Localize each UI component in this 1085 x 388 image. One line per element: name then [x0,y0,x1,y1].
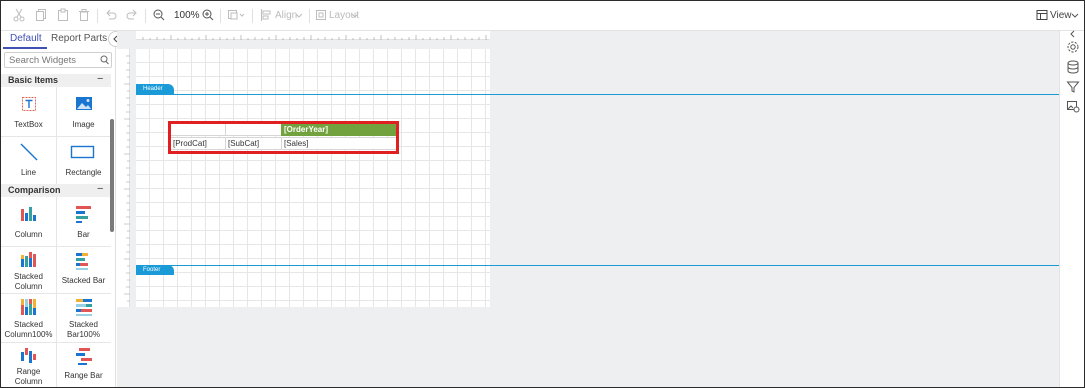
column-chart-icon [19,204,39,224]
bar-chart-icon [74,204,94,224]
collapse-toggle[interactable]: − [97,183,103,195]
search-box [4,52,112,68]
widget-label-line1: Stacked [14,272,43,281]
stacked-bar-100-icon [74,297,94,317]
section-comparison[interactable]: Comparison − [1,183,111,197]
toolbar-divider [145,9,146,23]
widget-label-line2: Column100% [4,330,53,339]
stacked-column-100-icon [19,297,39,317]
selection-highlight [168,121,399,154]
widget-label: Bar [77,230,90,239]
active-tab-indicator [3,47,47,49]
widget-label-line2: Column [14,282,43,291]
properties-rail [1059,30,1084,387]
redo-icon[interactable] [126,8,138,24]
widget-stacked-bar[interactable]: Stacked Bar [56,247,111,293]
widget-label: Image [72,120,95,129]
search-input[interactable] [9,54,97,67]
widget-label: TextBox [14,120,43,129]
range-bar-icon [74,346,94,366]
align-menu[interactable]: Align [275,8,297,24]
tab-report-parts[interactable]: Report Parts [51,33,107,44]
database-icon[interactable] [1066,60,1080,74]
chevron-left-icon[interactable] [1066,27,1080,41]
trash-icon[interactable] [78,8,90,24]
image-properties-icon[interactable] [1066,99,1080,113]
view-menu[interactable]: View [1050,8,1072,24]
widget-label: Stacked Bar [61,276,106,285]
image-icon [74,94,94,114]
widget-stacked-bar-100[interactable]: Stacked Bar100% [56,295,111,342]
align-icon[interactable] [260,8,272,24]
report-page[interactable] [136,49,490,307]
scissors-icon[interactable] [13,8,25,24]
toolbar-divider [252,9,253,23]
undo-icon[interactable] [105,8,117,24]
section-title: Basic Items [8,75,59,85]
rectangle-icon [70,142,96,162]
line-icon [19,142,39,162]
panel-scrollbar[interactable] [110,119,114,232]
widget-label: Line [20,168,37,177]
widget-panel: Default Report Parts Basic Items − TextB… [1,31,116,387]
toolbar-divider [220,9,221,23]
range-column-icon [19,345,39,365]
zoom-out-icon[interactable] [153,8,165,24]
widget-rectangle[interactable]: Rectangle [56,137,111,185]
tab-default[interactable]: Default [10,33,42,44]
footer-band-label[interactable]: Footer [136,265,174,275]
paste-icon[interactable] [57,8,69,24]
stacked-bar-icon [74,251,94,271]
panel-tabs: Default Report Parts [1,31,115,49]
widget-bar[interactable]: Bar [56,199,111,246]
toolbar-divider [309,9,310,23]
collapse-toggle[interactable]: − [97,73,103,85]
textbox-icon [19,94,39,114]
widget-stacked-column[interactable]: Stacked Column [1,247,56,293]
widget-label-line2: Bar100% [67,330,100,339]
zoom-in-icon[interactable] [202,8,214,24]
widget-label-line1: Stacked [69,320,98,329]
widget-label: Rectangle [65,168,102,177]
toolbar-divider [97,9,98,23]
view-icon[interactable] [1036,8,1048,24]
filter-icon[interactable] [1066,80,1080,94]
widget-label: Column [14,230,43,239]
widget-label-line1: Stacked [14,320,43,329]
section-basic-items[interactable]: Basic Items − [1,73,111,87]
stacked-column-icon [19,249,39,269]
section-title: Comparison [8,185,61,195]
chevron-down-icon[interactable] [1071,8,1079,24]
zoom-level[interactable]: 100% [174,8,200,24]
widget-range-bar[interactable]: Range Bar [56,343,111,387]
widget-stacked-column-100[interactable]: Stacked Column100% [1,295,56,342]
chevron-down-icon[interactable] [295,8,303,24]
fit-page-icon[interactable] [227,8,247,24]
horizontal-ruler [136,31,490,40]
widget-textbox[interactable]: TextBox [1,89,56,136]
chevron-down-icon[interactable] [351,8,359,24]
widget-label-line2: Column [14,377,43,386]
footer-band-divider[interactable] [136,265,1079,266]
settings-icon[interactable] [1066,40,1080,54]
widget-line[interactable]: Line [1,137,56,185]
header-band-divider[interactable] [136,94,1079,95]
widget-label-line1: Range [16,367,41,376]
copy-icon[interactable] [35,8,47,24]
search-icon[interactable] [100,55,109,68]
toolbar: 100% Align Layout View [1,1,1084,31]
header-band-label[interactable]: Header [136,84,174,94]
widget-column[interactable]: Column [1,199,56,246]
widget-image[interactable]: Image [56,89,111,136]
layout-icon[interactable] [315,8,327,24]
vertical-ruler [117,49,130,307]
widget-label: Range Bar [64,371,103,380]
widget-range-column[interactable]: Range Column [1,343,56,387]
